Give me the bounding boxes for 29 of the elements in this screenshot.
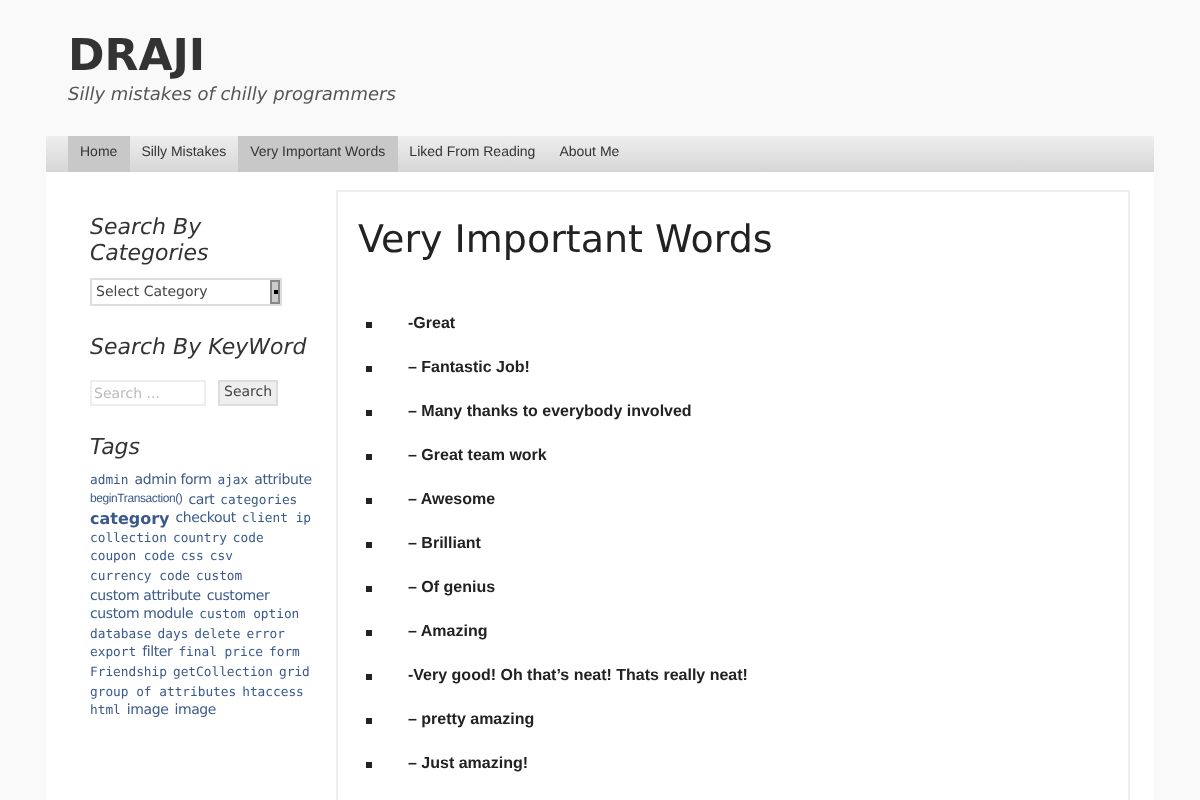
bullet-icon	[366, 717, 372, 723]
tag-link[interactable]: category	[90, 510, 170, 530]
bullet-icon	[366, 673, 372, 679]
bullet-icon	[366, 585, 372, 591]
bullet-icon	[366, 541, 372, 547]
bullet-icon	[366, 761, 372, 767]
page-title: Very Important Words	[358, 216, 773, 264]
list-item: – Great team work	[408, 444, 547, 468]
widget-title: Search By KeyWord	[90, 334, 307, 360]
site-title[interactable]: DRAJI	[68, 32, 206, 84]
list-item: – Amazing	[408, 620, 488, 644]
list-item: – Brilliant	[408, 532, 481, 556]
list-item: – Many thanks to everybody involved	[408, 400, 692, 424]
widget-title: Tags	[90, 434, 141, 460]
bullet-icon	[366, 409, 372, 415]
list-item: – pretty amazing	[408, 708, 535, 732]
bullet-icon	[366, 453, 372, 459]
list-item: – Just amazing!	[408, 752, 529, 776]
site-tagline: Silly mistakes of chilly programmers	[68, 84, 396, 108]
list-item: -Great	[408, 312, 456, 336]
list-item: – Fantastic Job!	[408, 356, 530, 380]
bullet-icon	[366, 365, 372, 371]
bullet-icon	[366, 321, 372, 327]
bullet-icon	[366, 497, 372, 503]
bullet-icon	[366, 629, 372, 635]
list-item: – Awesome	[408, 488, 496, 512]
list-item: -Very good! Oh that’s neat! Thats really neat!	[408, 664, 748, 688]
list-item: – Of genius	[408, 576, 496, 600]
widget-title: Search By Categories	[90, 214, 211, 266]
